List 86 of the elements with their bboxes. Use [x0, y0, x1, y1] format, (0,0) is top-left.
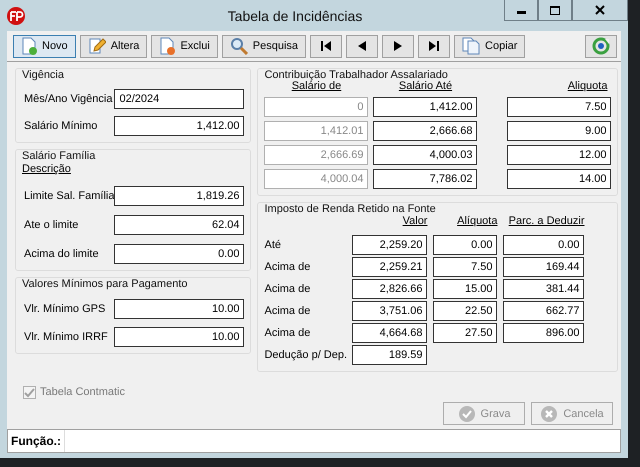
new-button[interactable]: Novo	[13, 34, 76, 58]
input-field[interactable]: 14.00	[507, 169, 612, 189]
field-label: Vlr. Mínimo GPS	[23, 303, 106, 315]
input-field[interactable]: 169.44	[503, 257, 584, 277]
input-field[interactable]: 0.00	[503, 235, 584, 255]
input-field[interactable]: 22.50	[433, 301, 498, 321]
field-label: Ate o limite	[23, 219, 78, 231]
field-label: Limite Sal. Família	[23, 190, 114, 202]
input-field[interactable]: 0.00	[433, 235, 498, 255]
input-field[interactable]: 12.00	[507, 145, 612, 165]
copy-icon	[462, 37, 480, 55]
input-field[interactable]: 1,412.00	[373, 97, 478, 117]
group-title: Salário Família	[22, 149, 96, 163]
field-label: Dedução p/ Dep.	[264, 349, 346, 361]
field-label: Salário Mínimo	[23, 120, 98, 132]
group-title: Valores Mínimos para Pagamento	[22, 277, 188, 291]
edit-button[interactable]: Altera	[80, 34, 148, 58]
input-field[interactable]: 02/2024	[114, 89, 244, 109]
input-field[interactable]: 662.77	[503, 301, 584, 321]
refresh-button[interactable]	[585, 34, 617, 58]
input-field[interactable]: 2,259.20	[352, 235, 428, 255]
field-label: Acima do limite	[23, 248, 99, 260]
input-field[interactable]: 27.50	[433, 323, 498, 343]
input-field[interactable]: 2,259.21	[352, 257, 428, 277]
first-record-icon	[320, 41, 332, 51]
input-field[interactable]: 1,412.00	[114, 116, 244, 136]
field-label: Acima de	[264, 283, 312, 295]
input-field[interactable]: 7.50	[507, 97, 612, 117]
group-title: Vigência	[22, 68, 65, 82]
input-field[interactable]: 896.00	[503, 323, 584, 343]
input-field[interactable]: 2,826.66	[352, 279, 428, 299]
maximize-button[interactable]	[538, 0, 572, 21]
column-heading: Valor	[402, 215, 428, 227]
field-label: Acima de	[264, 327, 312, 339]
field-label: Até	[264, 239, 282, 251]
prev-button[interactable]	[346, 34, 378, 58]
column-heading: Salário de	[292, 80, 342, 93]
minimize-button[interactable]	[504, 0, 538, 21]
app-logo-icon	[6, 6, 26, 26]
input-field[interactable]: 0.00	[114, 244, 244, 264]
input-field[interactable]: 15.00	[433, 279, 498, 299]
refresh-icon	[592, 37, 610, 55]
close-circle-icon	[540, 404, 558, 422]
input-field[interactable]: 189.59	[352, 345, 428, 365]
group-title: Contribuição Trabalhador Assalariado	[264, 68, 448, 81]
close-icon	[595, 5, 605, 15]
input-field[interactable]: 3,751.06	[352, 301, 428, 321]
column-heading: Descrição	[22, 163, 72, 175]
field-label: Acima de	[264, 261, 312, 273]
delete-button[interactable]: Exclui	[151, 34, 218, 58]
input-field[interactable]: 2,666.68	[373, 121, 478, 141]
input-field[interactable]: 4,000.03	[373, 145, 478, 165]
document-add-icon	[21, 37, 37, 55]
input-field[interactable]: 7.50	[433, 257, 498, 277]
next-icon	[393, 41, 404, 51]
status-label: Função.:	[8, 430, 65, 452]
pencil-document-icon	[88, 37, 106, 55]
input-field[interactable]: 10.00	[114, 327, 244, 347]
window-title: Tabela de Incidências	[226, 8, 364, 24]
input-field[interactable]: 9.00	[507, 121, 612, 141]
previous-icon	[357, 41, 368, 51]
document-remove-icon	[159, 37, 176, 55]
input-field[interactable]: 1,819.26	[114, 186, 244, 206]
close-button[interactable]	[572, 0, 628, 21]
last-button[interactable]	[418, 34, 450, 58]
last-record-icon	[428, 41, 440, 51]
copy-button[interactable]: Copiar	[454, 34, 526, 58]
column-heading: Parc. a Deduzir	[508, 215, 584, 227]
field-label: Mês/Ano Vigência	[23, 93, 112, 105]
field-label: Vlr. Mínimo IRRF	[23, 331, 108, 343]
input-field[interactable]: 10.00	[114, 299, 244, 319]
input-field[interactable]: 62.04	[114, 215, 244, 235]
group-title: Imposto de Renda Retido na Fonte	[264, 202, 437, 216]
search-button[interactable]: Pesquisa	[222, 34, 306, 58]
check-circle-icon	[458, 404, 476, 422]
input-field[interactable]: 381.44	[503, 279, 584, 299]
next-button[interactable]	[382, 34, 414, 58]
column-heading: Aliquota	[566, 80, 608, 93]
column-heading: Salário Até	[398, 80, 454, 93]
checkmark-icon	[24, 387, 35, 398]
first-button[interactable]	[310, 34, 342, 58]
field-label: Acima de	[264, 305, 312, 317]
column-heading: Alíquota	[456, 215, 498, 227]
input-field[interactable]: 7,786.02	[373, 169, 478, 189]
search-icon	[230, 37, 248, 55]
input-field[interactable]: 4,664.68	[352, 323, 428, 343]
